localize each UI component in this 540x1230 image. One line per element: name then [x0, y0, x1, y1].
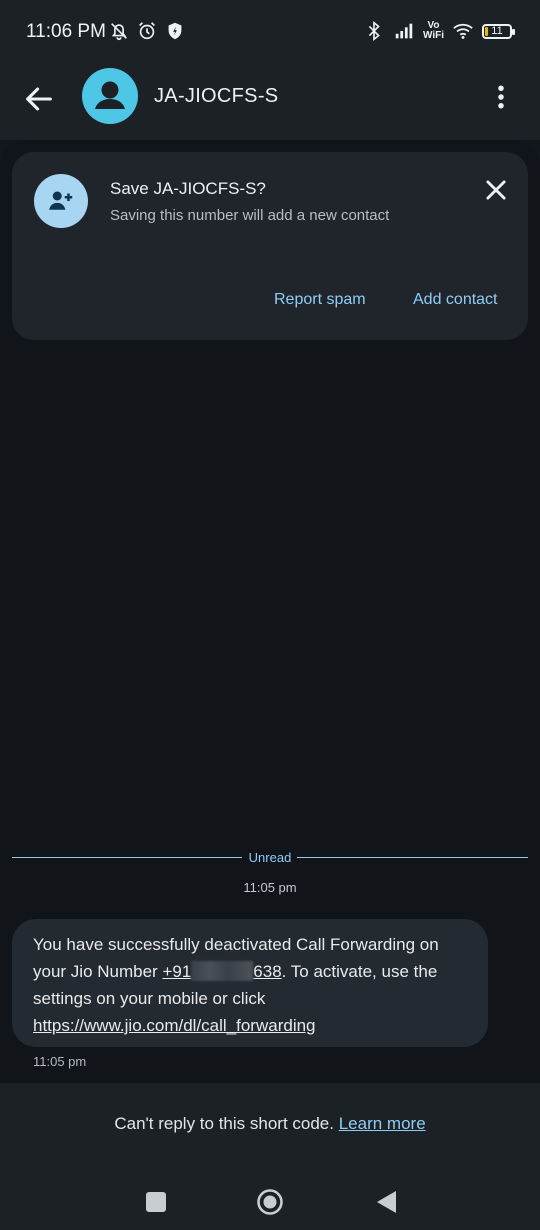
- battery-level: 11: [491, 25, 503, 37]
- message-url-link[interactable]: https://www.jio.com/dl/call_forwarding: [33, 1016, 316, 1035]
- signal-icon: [395, 23, 413, 39]
- status-time: 11:06 PM: [26, 21, 106, 42]
- card-avatar: [34, 174, 88, 228]
- report-spam-button[interactable]: Report spam: [274, 291, 366, 309]
- shield-icon: [168, 22, 182, 40]
- app-bar: JA-JIOCFS-S: [0, 64, 540, 140]
- redacted-digits: [191, 961, 254, 981]
- message-time: 11:05 pm: [33, 1054, 87, 1069]
- status-right-icons: Vo WiFi 11: [363, 20, 515, 42]
- cant-reply-text: Can't reply to this short code.: [114, 1114, 334, 1133]
- save-contact-card: Save JA-JIOCFS-S? Saving this number wil…: [12, 152, 528, 340]
- avatar[interactable]: [82, 68, 138, 124]
- conversation-area: Save JA-JIOCFS-S? Saving this number wil…: [0, 140, 540, 1083]
- add-person-icon: [49, 191, 73, 210]
- phone-number-start: +91: [162, 962, 192, 981]
- mute-bell-icon: [111, 23, 127, 41]
- battery-fill: [485, 26, 488, 36]
- close-icon[interactable]: [482, 176, 510, 204]
- message-bubble[interactable]: You have successfully deactivated Call F…: [12, 919, 488, 1047]
- add-contact-button[interactable]: Add contact: [413, 291, 498, 309]
- message-timestamp-header: 11:05 pm: [243, 880, 297, 895]
- recents-square-icon[interactable]: [141, 1187, 171, 1217]
- card-subtitle: Saving this number will add a new contac…: [110, 207, 390, 224]
- alarm-icon: [139, 22, 155, 40]
- vowifi-bottom: WiFi: [422, 30, 444, 41]
- vowifi-icon: Vo WiFi: [423, 21, 444, 41]
- unread-divider-right: [297, 857, 528, 858]
- back-triangle-icon[interactable]: [372, 1187, 402, 1217]
- bottom-bar: Can't reply to this short code. Learn mo…: [0, 1083, 540, 1230]
- cant-reply-notice: Can't reply to this short code. Learn mo…: [0, 1114, 540, 1134]
- contact-name: JA-JIOCFS-S: [154, 85, 279, 107]
- status-bar: 11:06 PM Vo WiFi 11: [0, 0, 540, 64]
- back-arrow-icon[interactable]: [22, 82, 56, 116]
- phone-number-link[interactable]: +91 638: [162, 961, 282, 981]
- wifi-icon: [453, 23, 473, 39]
- learn-more-link[interactable]: Learn more: [339, 1114, 426, 1133]
- bluetooth-icon: [368, 21, 380, 41]
- person-icon: [95, 81, 125, 109]
- more-vert-icon[interactable]: [486, 82, 516, 112]
- phone-number-end: 638: [253, 962, 282, 981]
- home-circle-icon[interactable]: [255, 1187, 285, 1217]
- status-left-icons: [108, 20, 186, 42]
- card-title: Save JA-JIOCFS-S?: [110, 179, 266, 198]
- battery-icon: 11: [482, 23, 515, 39]
